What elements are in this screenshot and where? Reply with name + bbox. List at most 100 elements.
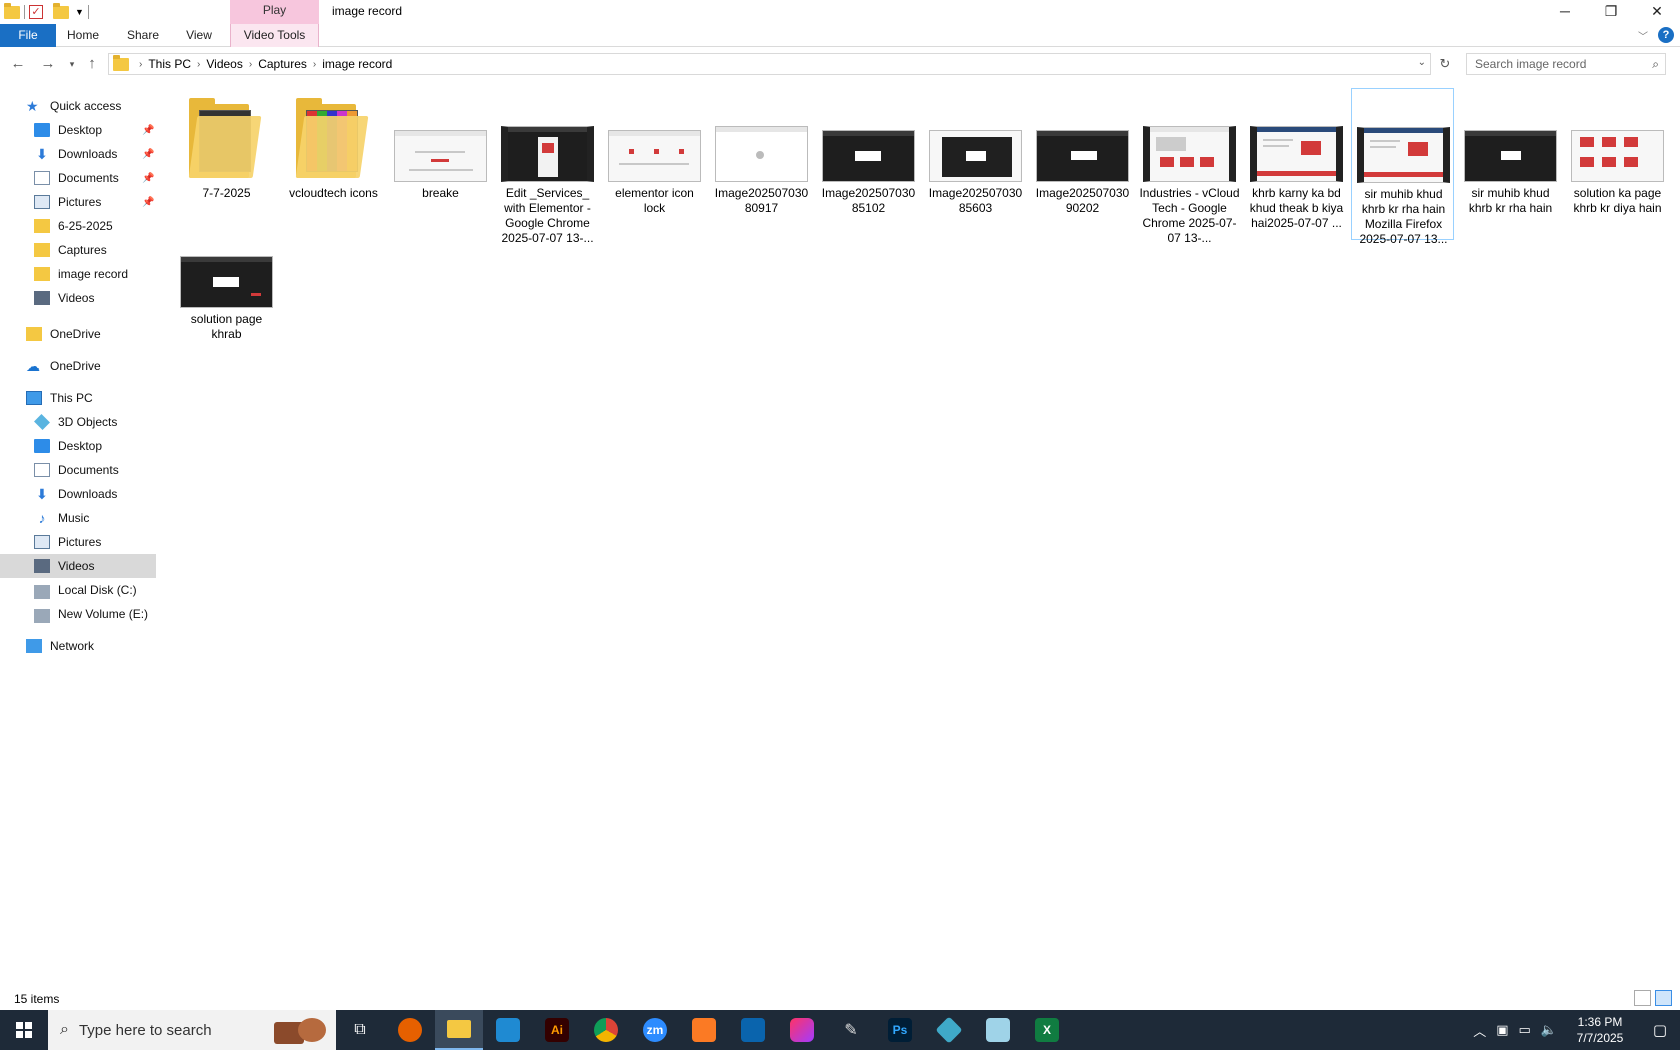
nav-local-disk-c[interactable]: Local Disk (C:) — [0, 578, 157, 602]
forward-icon[interactable]: → — [38, 54, 58, 74]
file-item-sir-muhib-video[interactable]: sir muhib khud khrb kr rha hain Mozilla … — [1351, 88, 1454, 246]
file-item-khrb-karny-video[interactable]: khrb karny ka bd khud theak b kiya hai20… — [1245, 90, 1348, 240]
nav-downloads[interactable]: ⬇ Downloads — [0, 482, 157, 506]
pin-icon[interactable]: 📌 — [142, 197, 154, 208]
taskbar-xampp[interactable] — [680, 1010, 728, 1050]
large-icons-view-icon[interactable] — [1655, 990, 1672, 1006]
nav-network[interactable]: Network — [0, 634, 157, 658]
clock[interactable]: 1:36 PM 7/7/2025 — [1570, 1014, 1630, 1046]
pin-icon[interactable]: 📌 — [142, 149, 154, 160]
nav-quick-captures[interactable]: Captures — [0, 238, 157, 262]
network-icon[interactable]: ▭ — [1519, 1022, 1531, 1038]
nav-onedrive[interactable]: ☁ OneDrive — [0, 354, 157, 378]
search-input[interactable]: Search image record ⌕ — [1466, 53, 1666, 75]
chevron-right-icon[interactable]: › — [313, 59, 316, 70]
chevron-right-icon[interactable]: › — [249, 59, 252, 70]
file-item-breake[interactable]: breake — [389, 90, 492, 240]
file-item-solution-ka-page[interactable]: solution ka page khrb kr diya hain — [1566, 90, 1669, 240]
file-item-edit-services-video[interactable]: Edit _Services_ with Elementor - Google … — [496, 90, 599, 245]
minimize-button[interactable]: ─ — [1542, 0, 1588, 22]
task-view-button[interactable]: ⧉ — [336, 1010, 384, 1050]
nav-quick-desktop[interactable]: Desktop 📌 — [0, 118, 157, 142]
nav-quick-access[interactable]: ★ Quick access — [0, 94, 157, 118]
nav-quick-image-record[interactable]: image record — [0, 262, 157, 286]
file-item-solution-page-khrab[interactable]: solution page khrab — [175, 216, 278, 366]
nav-quick-documents[interactable]: Documents 📌 — [0, 166, 157, 190]
file-item-industries-video[interactable]: Industries - vCloud Tech - Google Chrome… — [1138, 90, 1241, 245]
vscode-icon — [496, 1018, 520, 1042]
pin-icon[interactable]: 📌 — [142, 125, 154, 136]
search-icon[interactable]: ⌕ — [1652, 54, 1659, 74]
notification-icon[interactable]: ▢ — [1640, 1010, 1680, 1050]
file-item-elementor-icon-lock[interactable]: elementor icon lock — [603, 90, 706, 240]
nav-quick-6-25-2025[interactable]: 6-25-2025 — [0, 214, 157, 238]
nav-onedrive-personal[interactable]: OneDrive — [0, 322, 157, 346]
taskbar-excel[interactable]: X — [1023, 1010, 1071, 1050]
file-item-image-85102[interactable]: Image202507030 85102 — [817, 90, 920, 240]
refresh-icon[interactable]: ↻ — [1434, 56, 1456, 74]
taskbar-firefox[interactable] — [386, 1010, 434, 1050]
taskbar-illustrator[interactable]: Ai — [533, 1010, 581, 1050]
file-item-vcloudtech-icons[interactable]: vcloudtech icons — [282, 90, 385, 240]
nav-documents[interactable]: Documents — [0, 458, 157, 482]
restore-button[interactable]: ❐ — [1588, 0, 1634, 22]
chevron-up-icon[interactable]: ︿ — [1473, 1021, 1486, 1040]
taskbar-zoom[interactable]: zm — [631, 1010, 679, 1050]
file-item-image-85603[interactable]: Image202507030 85603 — [924, 90, 1027, 240]
tab-home[interactable]: Home — [60, 24, 106, 47]
chevron-down-icon[interactable]: ⌄ — [1418, 57, 1426, 68]
start-button[interactable] — [0, 1010, 48, 1050]
pictures-icon — [34, 535, 50, 549]
taskbar-search-input[interactable]: ⌕ Type here to search — [48, 1010, 336, 1050]
details-view-icon[interactable] — [1634, 990, 1651, 1006]
nav-new-volume-e[interactable]: New Volume (E:) — [0, 602, 157, 626]
nav-this-pc[interactable]: This PC — [0, 386, 157, 410]
recent-locations-icon[interactable]: ▾ — [62, 54, 82, 74]
security-icon[interactable]: ▣ — [1496, 1022, 1508, 1038]
tab-video-tools[interactable]: Video Tools — [230, 24, 319, 47]
chevron-down-icon[interactable]: ▼ — [75, 7, 84, 17]
nav-music[interactable]: ♪ Music — [0, 506, 157, 530]
up-icon[interactable]: ↑ — [82, 54, 102, 74]
new-folder-icon[interactable] — [53, 2, 69, 19]
expand-ribbon-icon[interactable]: ﹀ — [1638, 28, 1648, 43]
address-bar[interactable]: › This PC › Videos › Captures › image re… — [108, 53, 1431, 75]
breadcrumb-this-pc[interactable]: This PC — [148, 57, 191, 71]
breadcrumb-captures[interactable]: Captures — [258, 57, 307, 71]
taskbar-notepad[interactable] — [974, 1010, 1022, 1050]
help-icon[interactable]: ? — [1658, 27, 1674, 43]
back-icon[interactable]: ← — [8, 54, 28, 74]
breadcrumb-image-record[interactable]: image record — [322, 57, 392, 71]
nav-label: Videos — [58, 559, 95, 573]
tab-share[interactable]: Share — [118, 24, 168, 47]
taskbar-file-explorer[interactable] — [435, 1010, 483, 1050]
file-item-image-90202[interactable]: Image202507030 90202 — [1031, 90, 1134, 240]
taskbar-vscode[interactable] — [484, 1010, 532, 1050]
nav-desktop[interactable]: Desktop — [0, 434, 157, 458]
chevron-right-icon[interactable]: › — [139, 59, 142, 70]
taskbar-creative-cloud[interactable] — [778, 1010, 826, 1050]
pin-icon[interactable]: 📌 — [142, 173, 154, 184]
play-context-tab[interactable]: Play — [230, 0, 319, 24]
breadcrumb-videos[interactable]: Videos — [206, 57, 242, 71]
file-item-image-80917[interactable]: Image202507030 80917 — [710, 90, 813, 240]
taskbar-chrome[interactable] — [582, 1010, 630, 1050]
taskbar-outlook[interactable] — [729, 1010, 777, 1050]
taskbar-app-blue[interactable] — [925, 1010, 973, 1050]
search-highlight-image[interactable] — [274, 1016, 328, 1044]
taskbar-pen-tool[interactable]: ✎ — [827, 1010, 875, 1050]
nav-pictures[interactable]: Pictures — [0, 530, 157, 554]
nav-quick-videos[interactable]: Videos — [0, 286, 157, 310]
file-item-sir-muhib-image[interactable]: sir muhib khud khrb kr rha hain — [1459, 90, 1562, 240]
nav-quick-downloads[interactable]: ⬇ Downloads 📌 — [0, 142, 157, 166]
nav-videos[interactable]: Videos — [0, 554, 156, 578]
nav-quick-pictures[interactable]: Pictures 📌 — [0, 190, 157, 214]
nav-3d-objects[interactable]: 3D Objects — [0, 410, 157, 434]
chevron-right-icon[interactable]: › — [197, 59, 200, 70]
tab-file[interactable]: File — [0, 24, 56, 47]
taskbar-photoshop[interactable]: Ps — [876, 1010, 924, 1050]
tab-view[interactable]: View — [178, 24, 220, 47]
close-button[interactable]: ✕ — [1634, 0, 1680, 22]
volume-icon[interactable]: 🔈 — [1541, 1022, 1557, 1038]
properties-icon[interactable]: ✓ — [29, 5, 43, 19]
